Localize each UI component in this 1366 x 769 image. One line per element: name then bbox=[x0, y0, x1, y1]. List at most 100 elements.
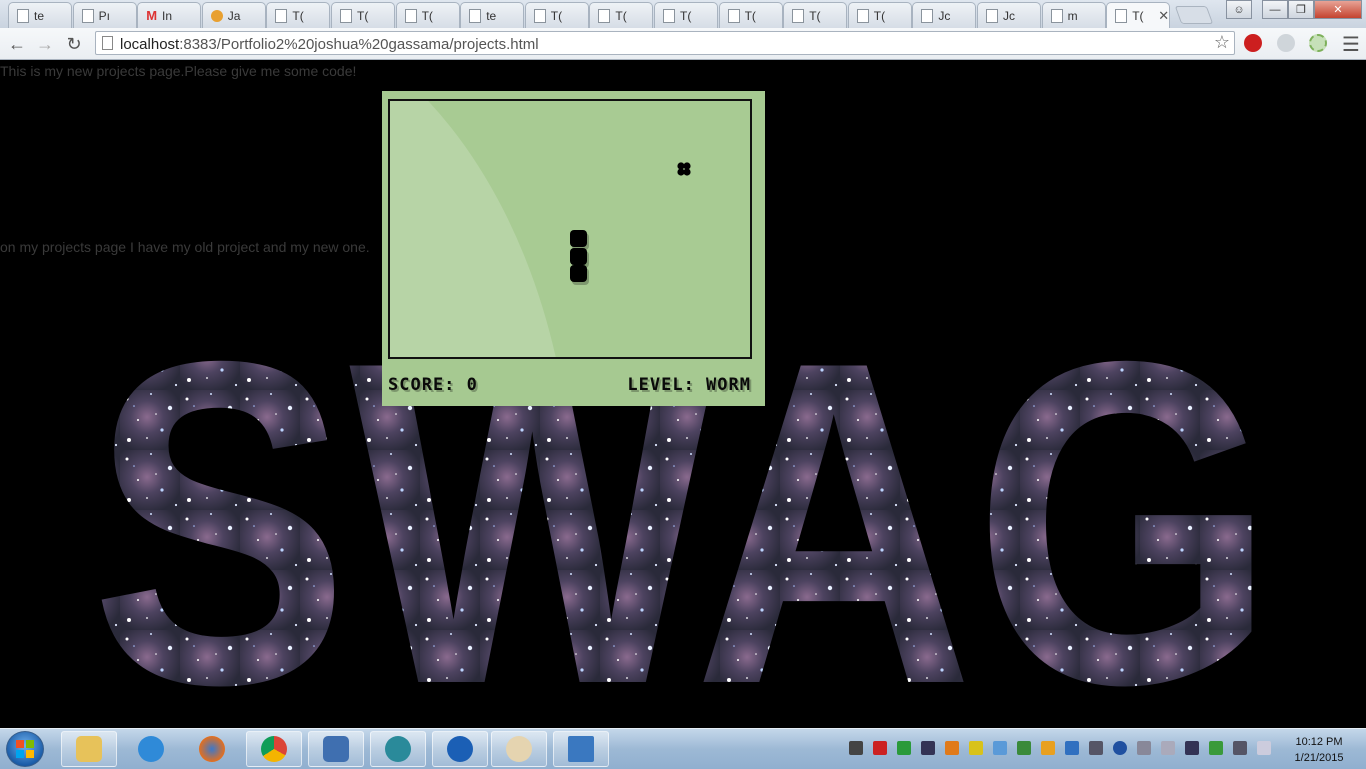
browser-tab[interactable]: T( ✕ bbox=[1106, 2, 1171, 28]
taskbar-internet-explorer[interactable] bbox=[123, 731, 179, 767]
tray-signal-icon[interactable] bbox=[1233, 741, 1247, 755]
tab-label: Pı bbox=[98, 8, 110, 23]
tab-close-icon[interactable]: ✕ bbox=[1158, 8, 1169, 24]
snake-game[interactable]: SCORE: 0 LEVEL: WORM bbox=[382, 91, 765, 406]
tab-label: Ja bbox=[227, 8, 241, 23]
tray-icon-1[interactable] bbox=[849, 741, 863, 755]
page-icon bbox=[533, 8, 546, 23]
tray-wifi-icon[interactable] bbox=[897, 741, 911, 755]
page-icon bbox=[986, 8, 998, 23]
browser-tab[interactable]: Pı bbox=[72, 2, 137, 28]
browser-tab[interactable]: T( bbox=[331, 2, 395, 28]
browser-tab[interactable]: M In bbox=[137, 2, 202, 28]
browser-tab[interactable]: Ja bbox=[201, 2, 266, 28]
maximize-button[interactable]: ❐ bbox=[1288, 0, 1314, 19]
tray-icon-8[interactable] bbox=[1017, 741, 1031, 755]
food-pellet-icon bbox=[677, 162, 691, 176]
page-icon bbox=[856, 8, 869, 23]
address-bar[interactable]: localhost:8383/Portfolio2%20joshua%20gas… bbox=[95, 31, 1235, 55]
taskbar-app[interactable] bbox=[370, 731, 426, 767]
photo-viewer-icon bbox=[568, 736, 594, 762]
browser-tab[interactable]: T( bbox=[847, 2, 912, 28]
tab-label: T( bbox=[1132, 9, 1144, 23]
page-icon bbox=[1115, 9, 1128, 23]
browser-tab[interactable]: T( bbox=[654, 2, 718, 28]
tray-adobe-icon[interactable] bbox=[873, 741, 887, 755]
page-icon bbox=[17, 8, 29, 23]
tray-icon-9[interactable] bbox=[1041, 741, 1055, 755]
new-tab-button[interactable] bbox=[1174, 6, 1214, 24]
browser-tab[interactable]: te bbox=[460, 2, 525, 28]
level-label: LEVEL: WORM bbox=[627, 375, 751, 395]
tray-icon-7[interactable] bbox=[993, 741, 1007, 755]
app-icon bbox=[385, 736, 411, 762]
clock-date: 1/21/2015 bbox=[1294, 752, 1344, 764]
forward-icon[interactable]: → bbox=[34, 33, 56, 55]
chrome-menu-icon[interactable]: ☰ bbox=[1340, 33, 1362, 56]
taskbar-virtualbox[interactable] bbox=[308, 731, 364, 767]
tray-icon-13[interactable] bbox=[1137, 741, 1151, 755]
taskbar-photo-viewer[interactable] bbox=[553, 731, 609, 767]
browser-tab[interactable]: Jc bbox=[977, 2, 1041, 28]
close-window-button[interactable]: ✕ bbox=[1314, 0, 1362, 19]
taskbar-network-app[interactable] bbox=[432, 731, 488, 767]
browser-tab[interactable]: T( bbox=[783, 2, 848, 28]
bookmark-star-icon[interactable]: ☆ bbox=[1214, 32, 1230, 53]
tray-check-icon[interactable] bbox=[1209, 741, 1223, 755]
extension-search-icon[interactable] bbox=[1277, 34, 1295, 52]
tab-label: Jc bbox=[938, 8, 951, 23]
gmail-icon: M bbox=[146, 8, 158, 23]
page-icon bbox=[469, 8, 482, 23]
tab-label: T( bbox=[680, 8, 692, 23]
tab-label: te bbox=[486, 8, 497, 23]
back-icon[interactable]: ← bbox=[6, 33, 28, 55]
address-path: :8383/Portfolio2%20joshua%20gassama/proj… bbox=[179, 36, 539, 53]
taskbar-clock[interactable]: 10:12 PM 1/21/2015 bbox=[1284, 734, 1354, 766]
tab-label: T( bbox=[873, 8, 886, 23]
taskbar-firefox[interactable] bbox=[184, 731, 240, 767]
browser-tab[interactable]: te bbox=[8, 2, 72, 28]
tray-bluetooth-icon[interactable] bbox=[1113, 741, 1127, 755]
browser-tab[interactable]: Jc bbox=[912, 2, 977, 28]
reload-icon[interactable]: ↻ bbox=[63, 33, 85, 55]
page-icon bbox=[663, 8, 675, 23]
browser-tab[interactable]: T( bbox=[589, 2, 654, 28]
tray-java-icon[interactable] bbox=[945, 741, 959, 755]
extension-green-icon[interactable] bbox=[1309, 34, 1327, 52]
page-icon bbox=[81, 8, 94, 23]
tab-label: T( bbox=[744, 8, 756, 23]
browser-tab[interactable]: m bbox=[1041, 2, 1106, 28]
tray-flag-icon[interactable] bbox=[1257, 741, 1271, 755]
minimize-button[interactable]: — bbox=[1262, 0, 1288, 19]
browser-tab[interactable]: T( bbox=[266, 2, 331, 28]
browser-toolbar: ← → ↻ localhost:8383/Portfolio2%20joshua… bbox=[0, 28, 1366, 60]
score-label: SCORE: 0 bbox=[388, 375, 478, 395]
tray-icon-6[interactable] bbox=[969, 741, 983, 755]
tray-icon-11[interactable] bbox=[1089, 741, 1103, 755]
screen-glare bbox=[390, 101, 650, 357]
tray-display-icon[interactable] bbox=[1185, 741, 1199, 755]
snake-head bbox=[570, 230, 587, 247]
virtualbox-icon bbox=[323, 736, 349, 762]
start-button[interactable] bbox=[6, 731, 44, 767]
taskbar-chrome[interactable] bbox=[246, 731, 302, 767]
page-icon bbox=[921, 8, 934, 23]
tray-battery-icon[interactable] bbox=[1161, 741, 1175, 755]
taskbar-paint[interactable] bbox=[491, 731, 547, 767]
user-icon[interactable]: ☺ bbox=[1226, 0, 1252, 19]
tray-icon-4[interactable] bbox=[921, 741, 935, 755]
windows-taskbar: 10:12 PM 1/21/2015 bbox=[0, 728, 1366, 769]
browser-tab[interactable]: T( bbox=[524, 2, 589, 28]
file-explorer-icon bbox=[76, 736, 102, 762]
extension-red-icon[interactable] bbox=[1244, 34, 1262, 52]
browser-tab[interactable]: T( bbox=[718, 2, 783, 28]
clock-time: 10:12 PM bbox=[1295, 736, 1343, 748]
tray-icon-10[interactable] bbox=[1065, 741, 1079, 755]
snake-segment bbox=[570, 265, 587, 282]
tab-label: T( bbox=[615, 8, 627, 23]
taskbar-file-explorer[interactable] bbox=[61, 731, 117, 767]
browser-tab[interactable]: T( bbox=[395, 2, 460, 28]
tab-label: T( bbox=[357, 8, 369, 23]
address-url[interactable]: localhost:8383/Portfolio2%20joshua%20gas… bbox=[120, 36, 539, 53]
snake-board[interactable] bbox=[388, 99, 752, 359]
